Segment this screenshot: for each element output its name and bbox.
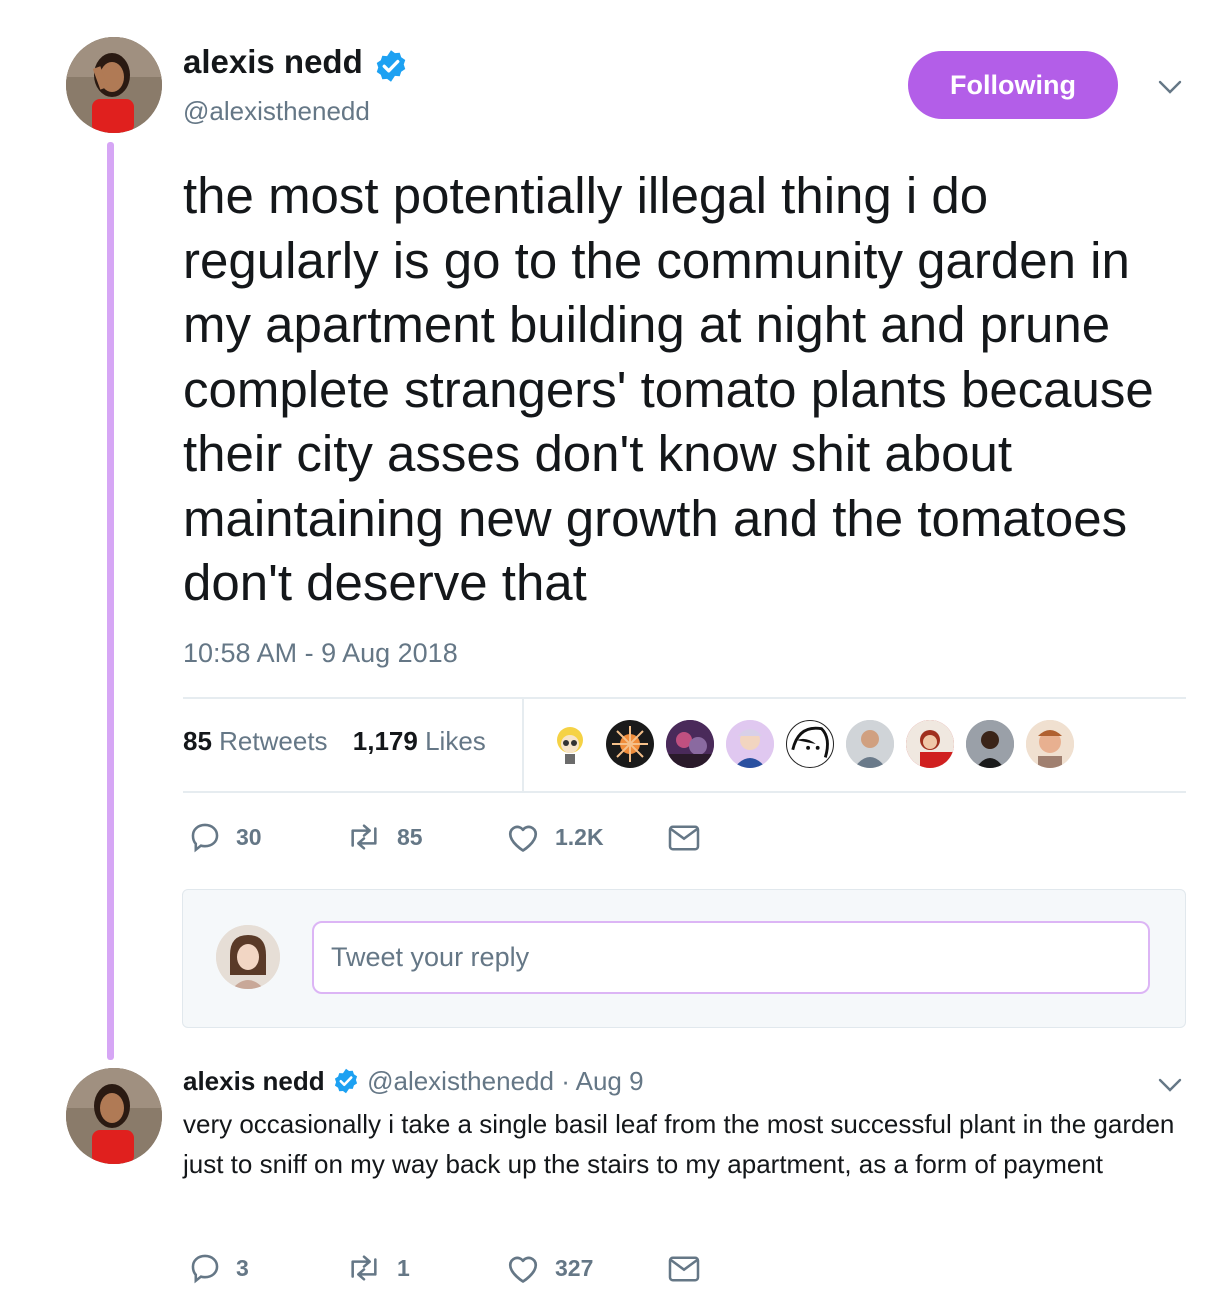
reply-tweet-text: very occasionally i take a single basil … (183, 1109, 1175, 1179)
author-handle[interactable]: @alexisthenedd (183, 96, 370, 127)
retweet-icon (351, 824, 377, 850)
tweet-timestamp[interactable]: 10:58 AM - 9 Aug 2018 (183, 638, 458, 669)
reply-action[interactable]: 30 (188, 820, 262, 854)
liker-avatar[interactable] (606, 720, 654, 768)
tweet-stats: 85 Retweets 1,179 Likes (183, 726, 486, 757)
liker-avatar[interactable] (546, 720, 594, 768)
reply-placeholder: Tweet your reply (331, 942, 530, 972)
reply-input[interactable]: Tweet your reply (312, 921, 1150, 994)
likes-count: 1,179 (352, 726, 418, 756)
retweet-icon (351, 1255, 377, 1281)
liker-avatars (546, 720, 1074, 772)
reply-date[interactable]: · Aug 9 (561, 1066, 643, 1096)
liker-avatar[interactable] (846, 720, 894, 768)
reply-author-name[interactable]: alexis nedd (183, 1066, 325, 1096)
retweet-count: 85 (397, 823, 423, 850)
like-action[interactable]: 1.2K (505, 820, 604, 854)
stats-vertical-divider (522, 699, 524, 793)
likes-label: Likes (425, 726, 486, 756)
reply-author-handle[interactable]: @alexisthenedd (367, 1066, 554, 1096)
author-name[interactable]: alexis nedd (183, 43, 363, 80)
divider-top (183, 697, 1186, 699)
tweet-text: the most potentially illegal thing i do … (183, 167, 1154, 611)
reply-icon (191, 1254, 219, 1284)
author-name-row: alexis nedd (183, 43, 409, 84)
retweets-count: 85 (183, 726, 212, 756)
like-action[interactable]: 327 (505, 1251, 593, 1285)
reply-icon (191, 823, 219, 853)
retweet-count: 1 (397, 1254, 410, 1281)
message-icon[interactable] (667, 1255, 701, 1283)
like-icon (508, 825, 538, 852)
liker-avatar[interactable] (666, 720, 714, 768)
liker-avatar[interactable] (906, 720, 954, 768)
reply-author-avatar[interactable] (66, 1068, 162, 1164)
reply-count: 3 (236, 1254, 249, 1281)
like-icon (508, 1256, 538, 1283)
retweet-action[interactable]: 1 (345, 1251, 410, 1285)
liker-avatar[interactable] (786, 720, 834, 768)
retweet-action[interactable]: 85 (345, 820, 423, 854)
like-count: 1.2K (555, 823, 604, 850)
retweets-label: Retweets (219, 726, 328, 756)
author-avatar[interactable] (66, 37, 162, 133)
liker-avatar[interactable] (966, 720, 1014, 768)
following-button[interactable]: Following (908, 51, 1118, 119)
chevron-down-icon[interactable] (1157, 1076, 1183, 1094)
retweets-stat[interactable]: 85 Retweets (183, 726, 328, 756)
verified-badge-icon (334, 1068, 357, 1093)
likes-stat[interactable]: 1,179 Likes (353, 726, 486, 756)
like-count: 327 (555, 1254, 594, 1281)
chevron-down-icon[interactable] (1157, 78, 1183, 96)
message-icon[interactable] (667, 824, 701, 852)
thread-connector-line (107, 142, 114, 1060)
reply-action[interactable]: 3 (188, 1251, 249, 1285)
current-user-avatar[interactable] (216, 925, 280, 989)
liker-avatar[interactable] (1026, 720, 1074, 768)
reply-count: 30 (236, 823, 262, 850)
verified-badge-icon (376, 50, 406, 82)
liker-avatar[interactable] (726, 720, 774, 768)
divider-bottom (183, 791, 1186, 793)
reply-header: alexis nedd @alexisthenedd · Aug 9 (183, 1066, 644, 1097)
